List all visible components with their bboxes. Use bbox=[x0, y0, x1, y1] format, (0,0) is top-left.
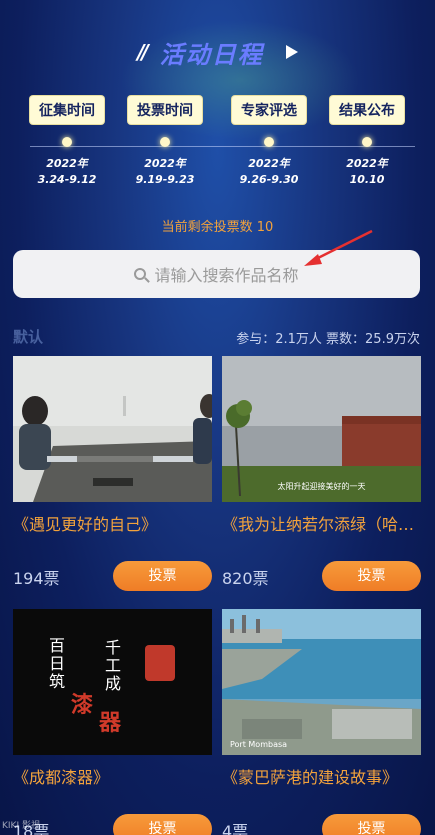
stage-range: 9.26-9.30 bbox=[239, 173, 299, 186]
art-text-4: 器 bbox=[99, 710, 122, 736]
stage-label: 征集时间 bbox=[30, 96, 104, 124]
stage-label: 结果公布 bbox=[330, 96, 404, 124]
stage-year: 2022年 bbox=[248, 157, 290, 170]
entry-thumbnail[interactable]: 太阳升起迎接美好的一天 bbox=[222, 356, 421, 502]
entry-card[interactable]: Port Mombasa 《蒙巴萨港的建设故事》 4票 投票 bbox=[222, 609, 421, 835]
search-placeholder: 请输入搜索作品名称 bbox=[154, 266, 299, 285]
vote-button[interactable]: 投票 bbox=[113, 814, 212, 835]
entry-thumbnail[interactable]: Port Mombasa bbox=[222, 609, 421, 755]
entry-card[interactable]: 《遇见更好的自己》 194票 投票 bbox=[13, 356, 212, 591]
stage-year: 2022年 bbox=[346, 157, 388, 170]
stage-range: 9.19-9.23 bbox=[135, 173, 195, 186]
entry-thumbnail[interactable] bbox=[13, 356, 212, 502]
entry-card[interactable]: 太阳升起迎接美好的一天 《我为让纳若尔添绿（哈萨克斯坦）》 820票 投票 bbox=[222, 356, 421, 591]
schedule-header: // 活动日程 bbox=[0, 34, 435, 70]
entry-thumbnail[interactable]: 百日筑 漆 千工成 器 bbox=[13, 609, 212, 755]
vote-count: 820票 bbox=[222, 569, 269, 588]
list-toolbar: 默认 参与：2.1万人 票数：25.9万次 bbox=[13, 326, 420, 347]
stage-range: 3.24-9.12 bbox=[37, 173, 97, 186]
search-input[interactable]: 请输入搜索作品名称 bbox=[13, 250, 420, 298]
remaining-votes: 当前剩余投票数 10 bbox=[161, 220, 274, 235]
stage-label: 专家评选 bbox=[232, 96, 306, 124]
entry-title: 《我为让纳若尔添绿（哈萨克斯坦）》 bbox=[222, 515, 421, 534]
stage-range: 10.10 bbox=[349, 173, 385, 186]
stage-dot bbox=[264, 137, 274, 147]
entry-title: 《遇见更好的自己》 bbox=[13, 515, 158, 534]
seal-stamp-icon bbox=[145, 645, 175, 681]
art-text-3: 千工成 bbox=[102, 639, 121, 693]
timeline-stage-expert: 专家评选 2022年 9.26-9.30 bbox=[224, 96, 314, 186]
vote-count: 194票 bbox=[13, 569, 60, 588]
video-caption: Port Mombasa bbox=[230, 740, 288, 749]
vote-button[interactable]: 投票 bbox=[113, 561, 212, 591]
vote-count: 4票 bbox=[222, 822, 249, 835]
vote-button[interactable]: 投票 bbox=[322, 561, 421, 591]
watermark: KIKI 影视 bbox=[2, 821, 40, 831]
vote-button[interactable]: 投票 bbox=[322, 814, 421, 835]
stage-dot bbox=[160, 137, 170, 147]
stage-dot bbox=[62, 137, 72, 147]
search-icon bbox=[134, 268, 147, 280]
schedule-timeline: 征集时间 2022年 3.24-9.12 投票时间 2022年 9.19-9.2… bbox=[0, 96, 435, 196]
art-text-1: 百日筑 bbox=[46, 637, 65, 691]
page-title: 活动日程 bbox=[159, 40, 264, 69]
timeline-stage-result: 结果公布 2022年 10.10 bbox=[322, 96, 412, 186]
timeline-stage-vote: 投票时间 2022年 9.19-9.23 bbox=[120, 96, 210, 186]
entry-title: 《成都漆器》 bbox=[13, 768, 110, 787]
stage-year: 2022年 bbox=[46, 157, 88, 170]
video-caption: 太阳升起迎接美好的一天 bbox=[277, 482, 366, 491]
stage-label: 投票时间 bbox=[128, 96, 202, 124]
timeline-stage-collect: 征集时间 2022年 3.24-9.12 bbox=[22, 96, 112, 186]
art-text-2: 漆 bbox=[71, 692, 94, 718]
play-triangle-icon bbox=[285, 45, 298, 59]
sort-default-tab[interactable]: 默认 bbox=[13, 326, 43, 347]
stage-year: 2022年 bbox=[144, 157, 186, 170]
double-slash-icon: // bbox=[137, 40, 148, 64]
participation-stats: 参与：2.1万人 票数：25.9万次 bbox=[236, 332, 420, 347]
entry-title: 《蒙巴萨港的建设故事》 bbox=[222, 768, 399, 787]
entry-card[interactable]: 百日筑 漆 千工成 器 《成都漆器》 18票 投票 bbox=[13, 609, 212, 835]
stage-dot bbox=[362, 137, 372, 147]
